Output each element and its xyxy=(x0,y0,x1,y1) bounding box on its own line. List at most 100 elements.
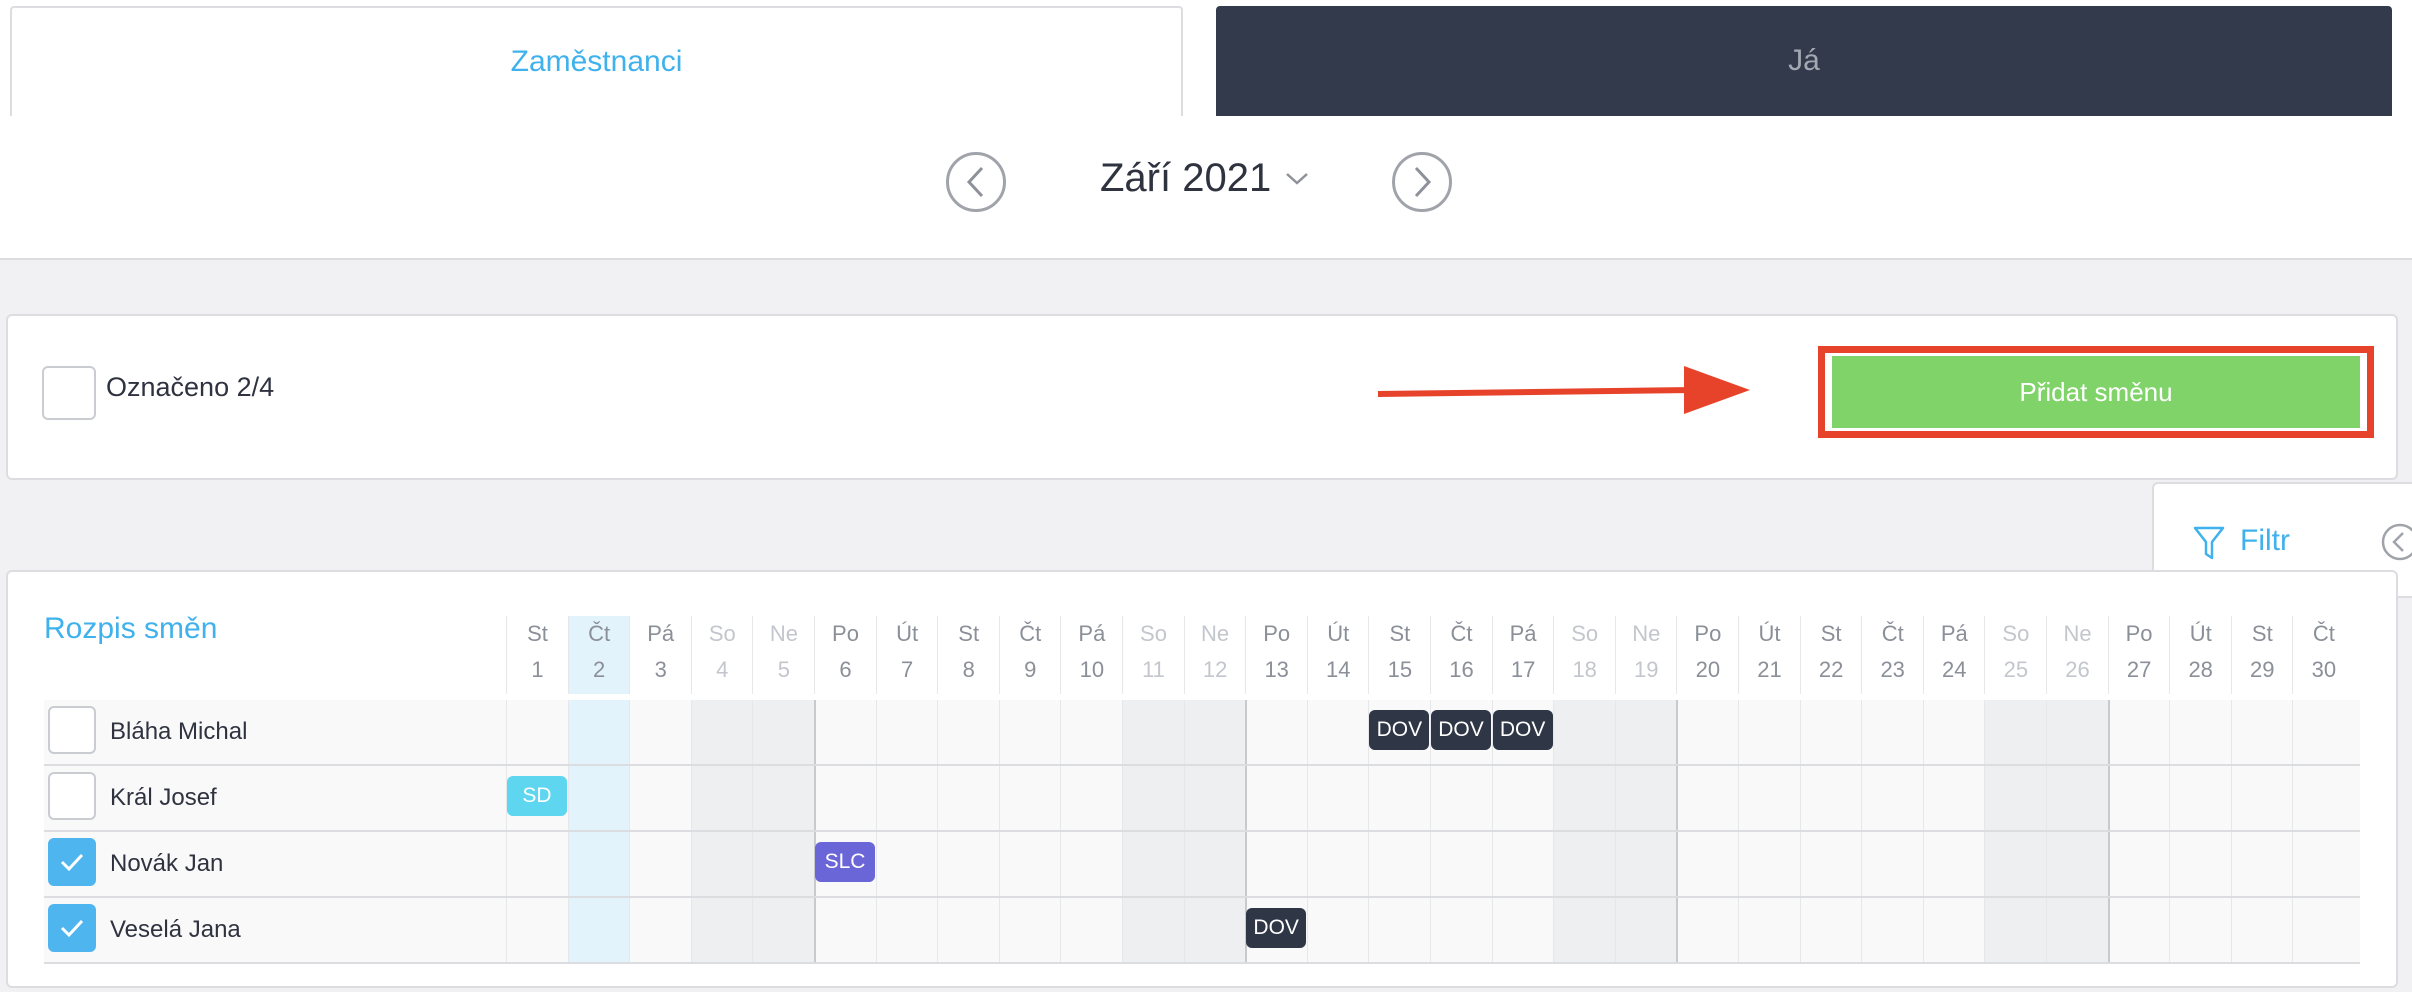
schedule-cell[interactable] xyxy=(1553,898,1616,962)
schedule-cell[interactable] xyxy=(690,898,753,962)
schedule-cell[interactable] xyxy=(937,700,999,764)
schedule-cell[interactable] xyxy=(1922,832,1985,896)
tab-employees[interactable]: Zaměstnanci xyxy=(10,6,1183,116)
previous-month-button[interactable] xyxy=(946,152,1006,212)
schedule-cell[interactable] xyxy=(567,700,630,764)
schedule-cell[interactable] xyxy=(1799,766,1862,830)
schedule-cell[interactable] xyxy=(1984,766,2047,830)
schedule-cell[interactable] xyxy=(998,832,1061,896)
schedule-cell[interactable] xyxy=(1922,898,1985,962)
schedule-cell[interactable] xyxy=(1676,700,1738,764)
shift-badge[interactable]: DOV xyxy=(1369,710,1430,750)
schedule-cell[interactable] xyxy=(998,898,1061,962)
schedule-cell[interactable] xyxy=(1183,766,1246,830)
schedule-cell[interactable] xyxy=(1491,766,1554,830)
schedule-cell[interactable] xyxy=(1122,832,1184,896)
employee-checkbox[interactable] xyxy=(48,706,96,754)
schedule-cell[interactable] xyxy=(2292,832,2354,896)
employee-checkbox[interactable] xyxy=(48,772,96,820)
schedule-cell[interactable] xyxy=(1245,700,1307,764)
schedule-cell[interactable] xyxy=(1122,766,1184,830)
schedule-cell[interactable] xyxy=(567,766,630,830)
schedule-cell[interactable] xyxy=(1306,700,1369,764)
next-month-button[interactable] xyxy=(1392,152,1452,212)
employee-checkbox[interactable] xyxy=(48,904,96,952)
schedule-cell[interactable] xyxy=(1738,766,1800,830)
schedule-cell[interactable] xyxy=(1738,898,1800,962)
collapse-chevron-icon[interactable] xyxy=(2380,522,2412,562)
schedule-cell[interactable] xyxy=(506,832,568,896)
schedule-cell[interactable] xyxy=(2230,832,2293,896)
shift-badge[interactable]: SLC xyxy=(815,842,875,882)
schedule-cell[interactable] xyxy=(1922,766,1985,830)
schedule-cell[interactable] xyxy=(2230,700,2293,764)
schedule-cell[interactable] xyxy=(629,898,691,962)
schedule-cell[interactable] xyxy=(1122,898,1184,962)
schedule-cell[interactable] xyxy=(629,832,691,896)
schedule-cell[interactable] xyxy=(1183,898,1246,962)
schedule-cell[interactable] xyxy=(1060,898,1122,962)
schedule-cell[interactable] xyxy=(1614,700,1677,764)
schedule-cell[interactable] xyxy=(1676,898,1738,962)
schedule-cell[interactable] xyxy=(1491,898,1554,962)
schedule-cell[interactable] xyxy=(752,832,815,896)
select-all-checkbox[interactable] xyxy=(42,366,96,420)
schedule-cell[interactable] xyxy=(1676,832,1738,896)
schedule-cell[interactable] xyxy=(1430,766,1492,830)
schedule-cell[interactable] xyxy=(1799,832,1862,896)
schedule-cell[interactable] xyxy=(814,898,876,962)
schedule-cell[interactable] xyxy=(875,700,938,764)
schedule-cell[interactable] xyxy=(1306,898,1369,962)
schedule-cell[interactable] xyxy=(752,898,815,962)
schedule-cell[interactable] xyxy=(875,898,938,962)
schedule-cell[interactable] xyxy=(2046,700,2108,764)
schedule-cell[interactable] xyxy=(2292,766,2354,830)
schedule-cell[interactable] xyxy=(1861,898,1923,962)
schedule-cell[interactable] xyxy=(2107,700,2170,764)
schedule-cell[interactable] xyxy=(1861,766,1923,830)
schedule-cell[interactable] xyxy=(937,832,999,896)
schedule-cell[interactable] xyxy=(1491,832,1554,896)
schedule-cell[interactable] xyxy=(1861,700,1923,764)
schedule-cell[interactable] xyxy=(937,898,999,962)
schedule-cell[interactable] xyxy=(567,898,630,962)
schedule-cell[interactable] xyxy=(1553,700,1616,764)
schedule-cell[interactable] xyxy=(2292,898,2354,962)
schedule-cell[interactable] xyxy=(814,766,876,830)
schedule-cell[interactable] xyxy=(1368,832,1430,896)
schedule-cell[interactable] xyxy=(2169,898,2231,962)
schedule-cell[interactable] xyxy=(690,832,753,896)
tab-me[interactable]: Já xyxy=(1216,6,2392,116)
schedule-cell[interactable] xyxy=(1553,766,1616,830)
schedule-cell[interactable] xyxy=(1368,766,1430,830)
schedule-cell[interactable] xyxy=(814,700,876,764)
employee-checkbox[interactable] xyxy=(48,838,96,886)
schedule-cell[interactable] xyxy=(2046,832,2108,896)
schedule-cell[interactable] xyxy=(2169,700,2231,764)
shift-badge[interactable]: DOV xyxy=(1492,710,1553,750)
shift-badge[interactable]: DOV xyxy=(1246,908,1307,948)
schedule-cell[interactable] xyxy=(752,766,815,830)
schedule-cell[interactable] xyxy=(2107,766,2170,830)
schedule-cell[interactable] xyxy=(1738,832,1800,896)
schedule-cell[interactable] xyxy=(1676,766,1738,830)
schedule-cell[interactable] xyxy=(1738,700,1800,764)
schedule-cell[interactable] xyxy=(1122,700,1184,764)
schedule-cell[interactable] xyxy=(1984,898,2047,962)
schedule-cell[interactable] xyxy=(1183,700,1246,764)
schedule-cell[interactable] xyxy=(875,766,938,830)
schedule-cell[interactable] xyxy=(1984,832,2047,896)
shift-badge[interactable]: SD xyxy=(507,776,567,816)
schedule-cell[interactable] xyxy=(629,700,691,764)
schedule-cell[interactable] xyxy=(567,832,630,896)
schedule-cell[interactable] xyxy=(875,832,938,896)
schedule-cell[interactable] xyxy=(690,766,753,830)
schedule-cell[interactable] xyxy=(1430,832,1492,896)
schedule-cell[interactable] xyxy=(690,700,753,764)
schedule-cell[interactable] xyxy=(2169,832,2231,896)
schedule-cell[interactable] xyxy=(2169,766,2231,830)
schedule-cell[interactable] xyxy=(1614,766,1677,830)
schedule-cell[interactable] xyxy=(1799,700,1862,764)
schedule-cell[interactable] xyxy=(1799,898,1862,962)
schedule-cell[interactable] xyxy=(1306,766,1369,830)
